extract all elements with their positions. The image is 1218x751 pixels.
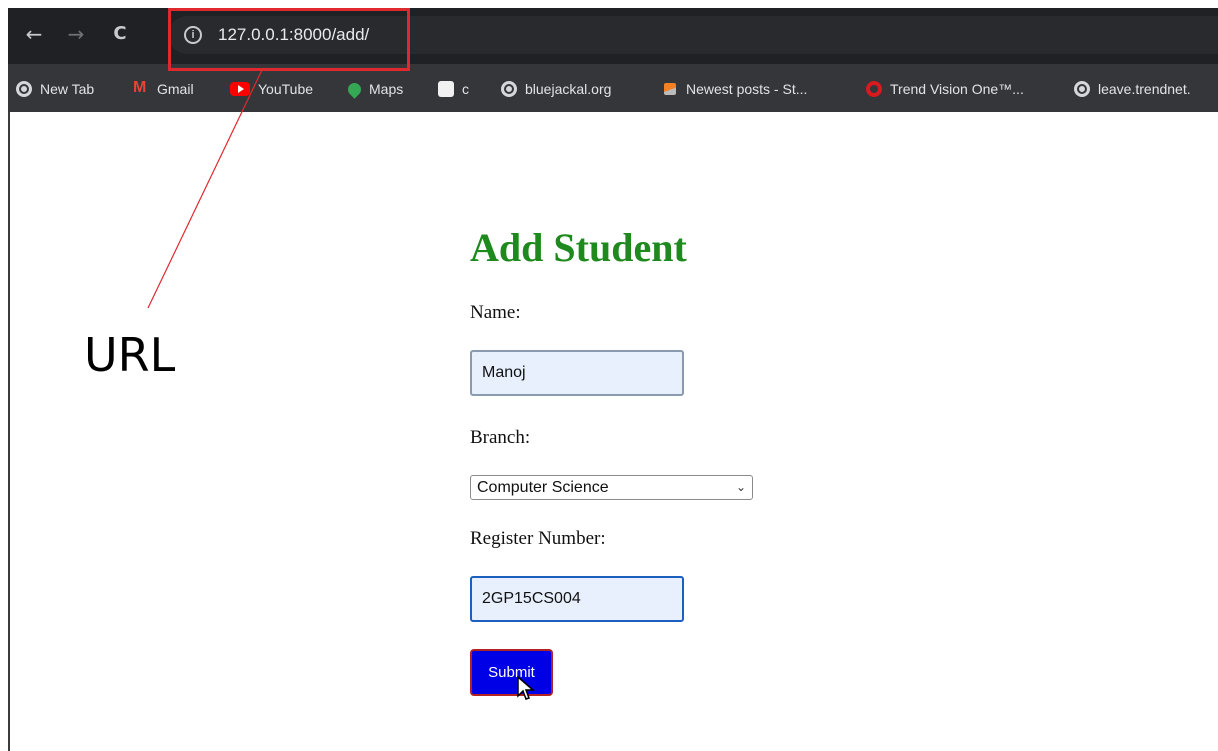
- annotation-label: URL: [84, 328, 176, 382]
- annotation-pointer-line: [147, 69, 263, 309]
